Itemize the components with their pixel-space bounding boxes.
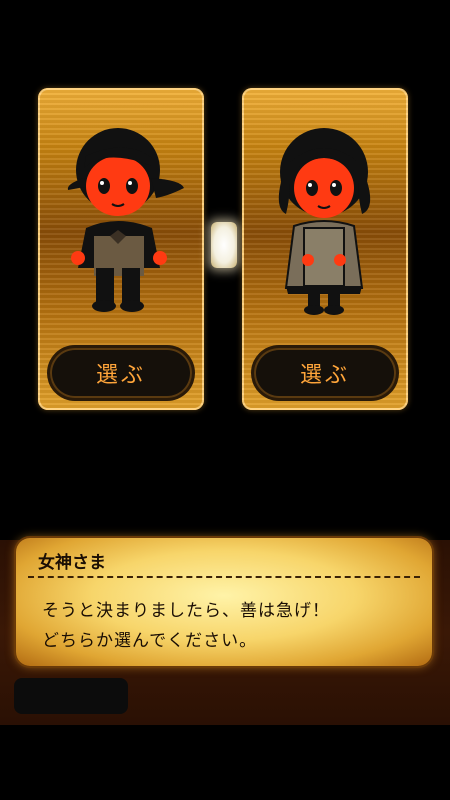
dialog-line-1: そうと決まりましたら、善は急げ！ <box>42 601 330 621</box>
character-card-left[interactable]: 選ぶ <box>38 88 204 410</box>
dialog-box[interactable]: 女神さま そうと決まりましたら、善は急げ！ どちらか選んでください。 <box>16 538 432 666</box>
dialog-line-2: どちらか選んでください。 <box>42 631 258 651</box>
speaker-name: 女神さま <box>38 553 106 573</box>
empty-panel <box>14 678 128 714</box>
center-light <box>211 222 237 268</box>
game-screen: 選ぶ 選ぶ 女神さま そうと決まりましたら、善は急げ！ どちらか選んでください。 <box>0 0 450 800</box>
choose-button-left[interactable]: 選ぶ <box>50 348 192 398</box>
character-boy-apron <box>67 128 184 312</box>
character-girl-apron <box>278 128 371 315</box>
choose-button-right[interactable]: 選ぶ <box>254 348 396 398</box>
dialog-divider <box>28 576 420 578</box>
character-card-right[interactable]: 選ぶ <box>242 88 408 410</box>
